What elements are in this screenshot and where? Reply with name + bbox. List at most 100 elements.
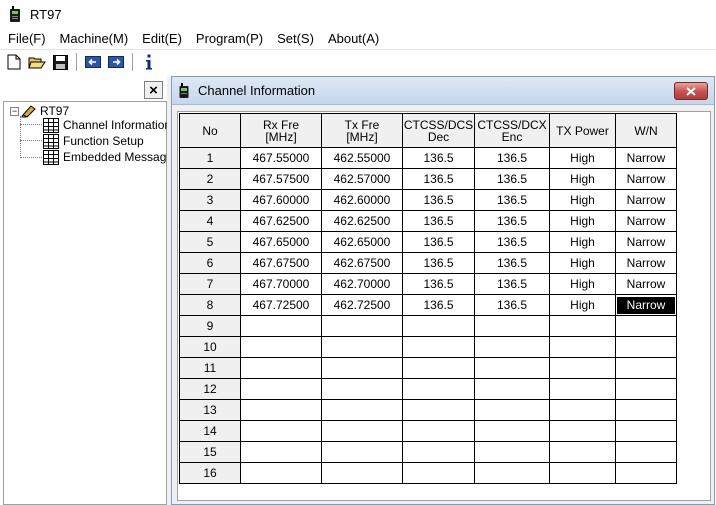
cell-rx-freq[interactable]: 467.67500 [240, 252, 322, 274]
cell-ctcss-enc[interactable]: 136.5 [474, 210, 550, 232]
column-header-tx-power[interactable]: TX Power [549, 113, 616, 148]
cell-ctcss-dec[interactable]: 136.5 [402, 273, 475, 295]
cell-tx-power[interactable]: High [549, 273, 616, 295]
write-to-radio-button[interactable] [105, 51, 127, 73]
collapse-icon[interactable]: − [10, 106, 19, 116]
row-number-cell[interactable]: 15 [179, 441, 241, 463]
cell-wide-narrow[interactable]: Narrow [615, 231, 677, 253]
cell-rx-freq[interactable]: 467.60000 [240, 189, 322, 211]
tree-item-function-setup[interactable]: Function Setup [43, 133, 144, 149]
cell-tx-power[interactable]: High [549, 231, 616, 253]
menu-program[interactable]: Program(P) [189, 28, 270, 49]
cell-tx-power[interactable] [549, 336, 616, 358]
cell-wide-narrow[interactable] [615, 441, 677, 463]
tree-item-channel-information[interactable]: Channel Information [43, 117, 171, 133]
cell-tx-power[interactable]: High [549, 189, 616, 211]
cell-tx-freq[interactable] [321, 357, 403, 379]
cell-tx-freq[interactable] [321, 336, 403, 358]
column-header-ctcss-dec[interactable]: CTCSS/DCS Dec [402, 113, 475, 148]
cell-ctcss-dec[interactable] [402, 357, 475, 379]
cell-ctcss-enc[interactable] [474, 336, 550, 358]
cell-wide-narrow[interactable]: Narrow [615, 294, 677, 316]
row-number-cell[interactable]: 13 [179, 399, 241, 421]
cell-ctcss-enc[interactable] [474, 462, 550, 484]
cell-tx-freq[interactable] [321, 315, 403, 337]
cell-ctcss-dec[interactable] [402, 441, 475, 463]
cell-wide-narrow[interactable] [615, 315, 677, 337]
cell-tx-freq[interactable]: 462.55000 [321, 147, 403, 169]
cell-tx-freq[interactable] [321, 462, 403, 484]
cell-tx-power[interactable] [549, 441, 616, 463]
close-window-button[interactable] [674, 82, 708, 100]
row-number-cell[interactable]: 5 [179, 231, 241, 253]
cell-ctcss-dec[interactable]: 136.5 [402, 189, 475, 211]
cell-rx-freq[interactable] [240, 420, 322, 442]
row-number-cell[interactable]: 9 [179, 315, 241, 337]
cell-ctcss-enc[interactable]: 136.5 [474, 294, 550, 316]
cell-tx-power[interactable] [549, 420, 616, 442]
cell-tx-freq[interactable] [321, 441, 403, 463]
cell-wide-narrow[interactable]: Narrow [615, 210, 677, 232]
cell-rx-freq[interactable]: 467.62500 [240, 210, 322, 232]
cell-tx-power[interactable] [549, 378, 616, 400]
cell-tx-power[interactable]: High [549, 147, 616, 169]
cell-ctcss-enc[interactable] [474, 399, 550, 421]
cell-rx-freq[interactable] [240, 378, 322, 400]
cell-tx-freq[interactable]: 462.70000 [321, 273, 403, 295]
column-header-wide-narrow[interactable]: W/N [615, 113, 677, 148]
cell-tx-freq[interactable]: 462.65000 [321, 231, 403, 253]
cell-ctcss-dec[interactable] [402, 336, 475, 358]
cell-tx-power[interactable] [549, 399, 616, 421]
cell-rx-freq[interactable] [240, 399, 322, 421]
tree-item-embedded-message[interactable]: Embedded Message [43, 149, 173, 165]
menu-edit[interactable]: Edit(E) [135, 28, 189, 49]
child-window-titlebar[interactable]: Channel Information [172, 77, 714, 105]
cell-wide-narrow[interactable] [615, 399, 677, 421]
open-file-button[interactable] [26, 51, 48, 73]
cell-rx-freq[interactable]: 467.57500 [240, 168, 322, 190]
cell-wide-narrow[interactable] [615, 336, 677, 358]
cell-wide-narrow[interactable] [615, 378, 677, 400]
cell-wide-narrow[interactable] [615, 357, 677, 379]
row-number-cell[interactable]: 6 [179, 252, 241, 274]
cell-ctcss-enc[interactable] [474, 357, 550, 379]
cell-wide-narrow[interactable]: Narrow [615, 147, 677, 169]
cell-ctcss-enc[interactable]: 136.5 [474, 231, 550, 253]
cell-ctcss-dec[interactable] [402, 315, 475, 337]
row-number-cell[interactable]: 2 [179, 168, 241, 190]
menu-set[interactable]: Set(S) [270, 28, 321, 49]
cell-ctcss-enc[interactable] [474, 441, 550, 463]
cell-wide-narrow[interactable]: Narrow [615, 252, 677, 274]
row-number-cell[interactable]: 11 [179, 357, 241, 379]
cell-ctcss-enc[interactable]: 136.5 [474, 189, 550, 211]
row-number-cell[interactable]: 16 [179, 462, 241, 484]
cell-tx-freq[interactable]: 462.62500 [321, 210, 403, 232]
cell-ctcss-dec[interactable]: 136.5 [402, 210, 475, 232]
cell-tx-freq[interactable]: 462.57000 [321, 168, 403, 190]
cell-rx-freq[interactable] [240, 315, 322, 337]
cell-ctcss-enc[interactable] [474, 315, 550, 337]
cell-tx-power[interactable]: High [549, 210, 616, 232]
cell-tx-power[interactable]: High [549, 168, 616, 190]
read-from-radio-button[interactable] [82, 51, 104, 73]
cell-tx-power[interactable] [549, 357, 616, 379]
menu-file[interactable]: File(F) [1, 28, 53, 49]
row-number-cell[interactable]: 10 [179, 336, 241, 358]
cell-ctcss-dec[interactable] [402, 399, 475, 421]
cell-ctcss-dec[interactable]: 136.5 [402, 147, 475, 169]
row-number-cell[interactable]: 4 [179, 210, 241, 232]
cell-tx-freq[interactable]: 462.72500 [321, 294, 403, 316]
cell-ctcss-dec[interactable]: 136.5 [402, 231, 475, 253]
cell-rx-freq[interactable] [240, 336, 322, 358]
cell-wide-narrow[interactable]: Narrow [615, 273, 677, 295]
cell-rx-freq[interactable]: 467.65000 [240, 231, 322, 253]
column-header-tx-freq[interactable]: Tx Fre [MHz] [321, 113, 403, 148]
cell-ctcss-enc[interactable] [474, 420, 550, 442]
close-panel-button[interactable]: × [144, 81, 163, 99]
cell-rx-freq[interactable] [240, 357, 322, 379]
row-number-cell[interactable]: 12 [179, 378, 241, 400]
cell-rx-freq[interactable] [240, 462, 322, 484]
cell-ctcss-enc[interactable]: 136.5 [474, 252, 550, 274]
cell-ctcss-dec[interactable] [402, 378, 475, 400]
cell-ctcss-enc[interactable]: 136.5 [474, 168, 550, 190]
